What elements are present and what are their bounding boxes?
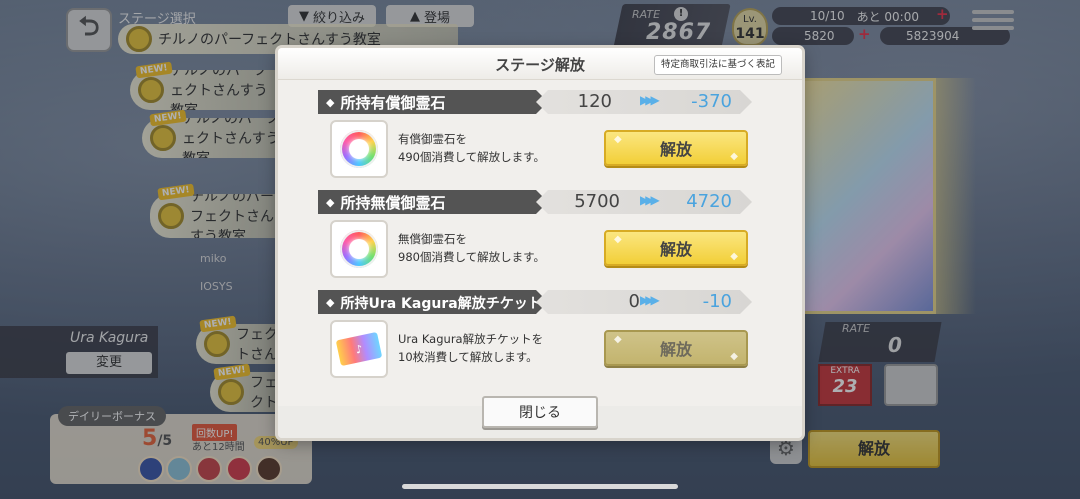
description-line: 有償御霊石を [398, 132, 467, 146]
section-label: ◆ 所持有償御霊石 [326, 94, 446, 112]
item-description: 有償御霊石を 490個消費して解放します。 [398, 130, 545, 166]
current-amount: 5700 [574, 191, 620, 212]
unlock-button-label: 解放 [659, 340, 692, 359]
description-line: 無償御霊石を [398, 232, 467, 246]
arrow-right-icon: ▶▶▶ [640, 193, 660, 207]
arrow-right-icon: ▶▶▶ [640, 93, 660, 107]
section-label-text: 所持有償御霊石 [340, 94, 446, 112]
arrow-right-icon: ▶▶▶ [640, 293, 660, 307]
ticket-balance-row: ◆ 所持Ura Kagura解放チケット 0 ▶▶▶ -10 [318, 290, 752, 314]
paid-gem-icon-box [330, 120, 388, 178]
section-label-text: 所持Ura Kagura解放チケット [340, 296, 542, 312]
free-gem-icon-box [330, 220, 388, 278]
dialog-header: ステージ解放 特定商取引法に基づく表記 [278, 48, 802, 80]
unlock-button-label: 解放 [659, 240, 692, 259]
description-line: Ura Kagura解放チケットを [398, 332, 544, 346]
unlock-with-paid-gem-button[interactable]: ◆ ◆ 解放 [604, 130, 748, 166]
gem-icon [340, 230, 378, 268]
after-amount: -370 [691, 91, 732, 112]
paid-gem-balance-row: ◆ 所持有償御霊石 120 ▶▶▶ -370 [318, 90, 752, 114]
ticket-icon: ♪ [335, 331, 383, 367]
description-line: 490個消費して解放します。 [398, 150, 545, 164]
item-description: Ura Kagura解放チケットを 10枚消費して解放します。 [398, 330, 543, 366]
after-amount: -10 [702, 291, 732, 312]
description-line: 10枚消費して解放します。 [398, 350, 538, 364]
home-indicator[interactable] [402, 484, 678, 489]
item-description: 無償御霊石を 980個消費して解放します。 [398, 230, 545, 266]
unlock-with-free-gem-button[interactable]: ◆ ◆ 解放 [604, 230, 748, 266]
unlock-with-ticket-button[interactable]: ◆ ◆ 解放 [604, 330, 748, 366]
gem-icon [340, 130, 378, 168]
commercial-law-button[interactable]: 特定商取引法に基づく表記 [653, 55, 782, 75]
description-line: 980個消費して解放します。 [398, 250, 545, 264]
current-amount: 0 [628, 291, 640, 312]
close-button[interactable]: 閉じる [482, 396, 598, 428]
section-label: ◆ 所持無償御霊石 [326, 194, 446, 212]
current-amount: 120 [577, 91, 612, 112]
free-gem-balance-row: ◆ 所持無償御霊石 5700 ▶▶▶ 4720 [318, 190, 752, 214]
unlock-button-label: 解放 [659, 140, 692, 159]
ticket-icon-box: ♪ [330, 320, 388, 378]
after-amount: 4720 [686, 191, 732, 212]
section-label: ◆ 所持Ura Kagura解放チケット [326, 296, 542, 312]
stage-unlock-dialog: ステージ解放 特定商取引法に基づく表記 ◆ 所持有償御霊石 120 ▶▶▶ -37… [278, 48, 802, 438]
section-label-text: 所持無償御霊石 [340, 194, 446, 212]
